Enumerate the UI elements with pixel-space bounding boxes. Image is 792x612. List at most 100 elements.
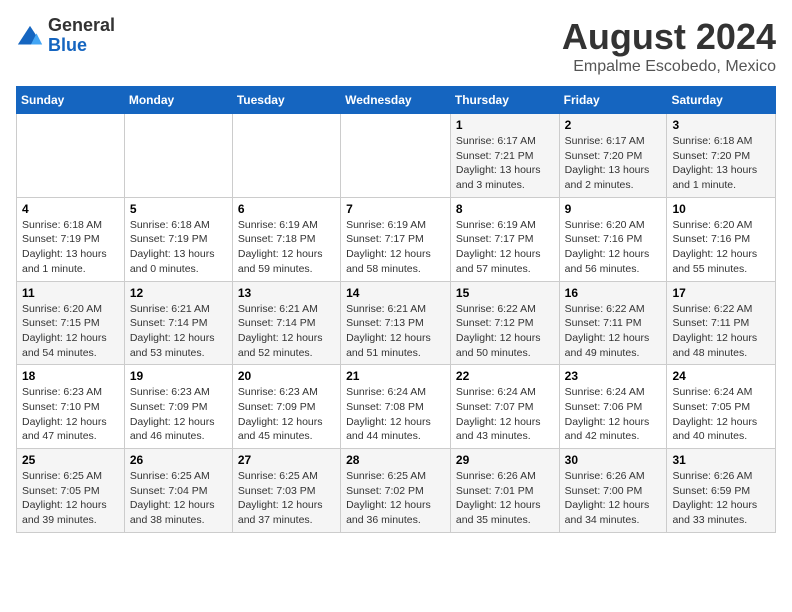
calendar-cell [341,114,451,198]
calendar-cell: 1Sunrise: 6:17 AM Sunset: 7:21 PM Daylig… [450,114,559,198]
day-info: Sunrise: 6:25 AM Sunset: 7:05 PM Dayligh… [22,469,119,528]
calendar-cell: 6Sunrise: 6:19 AM Sunset: 7:18 PM Daylig… [232,197,340,281]
calendar-cell: 20 Sunrise: 6:23 AM Sunset: 7:09 PM Dayli… [232,365,340,449]
page-header: General Blue August 2024 Empalme Escobed… [16,16,776,76]
day-number: 22 [456,369,554,383]
day-number: 16 [565,286,662,300]
header-wednesday: Wednesday [341,87,451,114]
calendar-cell: 4 Sunrise: 6:18 AM Sunset: 7:19 PM Daylig… [17,197,125,281]
day-number: 20 [238,369,335,383]
day-info: Sunrise: 6:24 AM Sunset: 7:05 PM Dayligh… [672,385,770,444]
day-info: Sunrise: 6:21 AM Sunset: 7:14 PM Dayligh… [238,302,335,361]
day-number: 2 [565,118,662,132]
calendar-cell: 24 Sunrise: 6:24 AM Sunset: 7:05 PM Dayli… [667,365,776,449]
day-number: 23 [565,369,662,383]
calendar-cell: 2 Sunrise: 6:17 AM Sunset: 7:20 PM Daylig… [559,114,667,198]
day-info: Sunrise: 6:23 AM Sunset: 7:09 PM Dayligh… [238,385,335,444]
day-info: Sunrise: 6:21 AM Sunset: 7:13 PM Dayligh… [346,302,445,361]
calendar-cell: 8Sunrise: 6:19 AM Sunset: 7:17 PM Daylig… [450,197,559,281]
calendar-cell: 25 Sunrise: 6:25 AM Sunset: 7:05 PM Dayli… [17,449,125,533]
day-info: Sunrise: 6:19 AM Sunset: 7:17 PM Dayligh… [456,218,554,277]
calendar-cell [17,114,125,198]
day-number: 13 [238,286,335,300]
day-info: Sunrise: 6:19 AM Sunset: 7:17 PM Dayligh… [346,218,445,277]
day-number: 4 [22,202,119,216]
month-title: August 2024 [562,16,776,58]
calendar-cell: 9Sunrise: 6:20 AM Sunset: 7:16 PM Daylig… [559,197,667,281]
calendar-cell: 28 Sunrise: 6:25 AM Sunset: 7:02 PM Dayli… [341,449,451,533]
header-saturday: Saturday [667,87,776,114]
day-number: 15 [456,286,554,300]
calendar-cell: 13 Sunrise: 6:21 AM Sunset: 7:14 PM Dayli… [232,281,340,365]
calendar-cell: 17 Sunrise: 6:22 AM Sunset: 7:11 PM Dayli… [667,281,776,365]
day-info: Sunrise: 6:24 AM Sunset: 7:06 PM Dayligh… [565,385,662,444]
title-block: August 2024 Empalme Escobedo, Mexico [562,16,776,76]
day-info: Sunrise: 6:17 AM Sunset: 7:20 PM Dayligh… [565,134,662,193]
day-info: Sunrise: 6:25 AM Sunset: 7:02 PM Dayligh… [346,469,445,528]
day-info: Sunrise: 6:22 AM Sunset: 7:11 PM Dayligh… [565,302,662,361]
day-info: Sunrise: 6:26 AM Sunset: 7:01 PM Dayligh… [456,469,554,528]
day-number: 17 [672,286,770,300]
day-number: 7 [346,202,445,216]
header-friday: Friday [559,87,667,114]
day-info: Sunrise: 6:24 AM Sunset: 7:08 PM Dayligh… [346,385,445,444]
logo-text: General Blue [48,16,115,56]
day-info: Sunrise: 6:18 AM Sunset: 7:19 PM Dayligh… [130,218,227,277]
day-number: 21 [346,369,445,383]
logo: General Blue [16,16,115,56]
location-subtitle: Empalme Escobedo, Mexico [562,58,776,76]
calendar-cell: 3Sunrise: 6:18 AM Sunset: 7:20 PM Daylig… [667,114,776,198]
day-info: Sunrise: 6:19 AM Sunset: 7:18 PM Dayligh… [238,218,335,277]
day-number: 26 [130,453,227,467]
day-info: Sunrise: 6:24 AM Sunset: 7:07 PM Dayligh… [456,385,554,444]
calendar-cell [232,114,340,198]
calendar-cell: 23 Sunrise: 6:24 AM Sunset: 7:06 PM Dayli… [559,365,667,449]
calendar-cell: 11Sunrise: 6:20 AM Sunset: 7:15 PM Dayli… [17,281,125,365]
day-number: 28 [346,453,445,467]
day-number: 24 [672,369,770,383]
day-number: 18 [22,369,119,383]
day-info: Sunrise: 6:18 AM Sunset: 7:19 PM Dayligh… [22,218,119,277]
day-number: 29 [456,453,554,467]
calendar-week-4: 18 Sunrise: 6:23 AM Sunset: 7:10 PM Dayli… [17,365,776,449]
logo-general: General [48,16,115,36]
calendar-header-row: SundayMondayTuesdayWednesdayThursdayFrid… [17,87,776,114]
calendar-cell: 16 Sunrise: 6:22 AM Sunset: 7:11 PM Dayli… [559,281,667,365]
calendar-week-3: 11Sunrise: 6:20 AM Sunset: 7:15 PM Dayli… [17,281,776,365]
calendar-table: SundayMondayTuesdayWednesdayThursdayFrid… [16,86,776,533]
day-info: Sunrise: 6:20 AM Sunset: 7:15 PM Dayligh… [22,302,119,361]
calendar-cell: 5 Sunrise: 6:18 AM Sunset: 7:19 PM Daylig… [124,197,232,281]
calendar-cell: 26 Sunrise: 6:25 AM Sunset: 7:04 PM Dayli… [124,449,232,533]
day-number: 10 [672,202,770,216]
calendar-cell: 12 Sunrise: 6:21 AM Sunset: 7:14 PM Dayli… [124,281,232,365]
calendar-cell: 7 Sunrise: 6:19 AM Sunset: 7:17 PM Daylig… [341,197,451,281]
calendar-cell [124,114,232,198]
calendar-cell: 21 Sunrise: 6:24 AM Sunset: 7:08 PM Dayli… [341,365,451,449]
calendar-cell: 22 Sunrise: 6:24 AM Sunset: 7:07 PM Dayli… [450,365,559,449]
day-number: 27 [238,453,335,467]
day-info: Sunrise: 6:25 AM Sunset: 7:04 PM Dayligh… [130,469,227,528]
calendar-cell: 29 Sunrise: 6:26 AM Sunset: 7:01 PM Dayli… [450,449,559,533]
day-info: Sunrise: 6:25 AM Sunset: 7:03 PM Dayligh… [238,469,335,528]
day-number: 31 [672,453,770,467]
day-info: Sunrise: 6:23 AM Sunset: 7:10 PM Dayligh… [22,385,119,444]
calendar-week-2: 4 Sunrise: 6:18 AM Sunset: 7:19 PM Daylig… [17,197,776,281]
day-number: 9 [565,202,662,216]
day-info: Sunrise: 6:22 AM Sunset: 7:11 PM Dayligh… [672,302,770,361]
calendar-week-5: 25 Sunrise: 6:25 AM Sunset: 7:05 PM Dayli… [17,449,776,533]
calendar-cell: 19Sunrise: 6:23 AM Sunset: 7:09 PM Dayli… [124,365,232,449]
logo-icon [16,24,44,52]
header-thursday: Thursday [450,87,559,114]
day-info: Sunrise: 6:18 AM Sunset: 7:20 PM Dayligh… [672,134,770,193]
header-sunday: Sunday [17,87,125,114]
calendar-cell: 18 Sunrise: 6:23 AM Sunset: 7:10 PM Dayli… [17,365,125,449]
day-number: 5 [130,202,227,216]
calendar-week-1: 1Sunrise: 6:17 AM Sunset: 7:21 PM Daylig… [17,114,776,198]
day-number: 25 [22,453,119,467]
day-number: 19 [130,369,227,383]
calendar-cell: 31Sunrise: 6:26 AM Sunset: 6:59 PM Dayli… [667,449,776,533]
day-info: Sunrise: 6:21 AM Sunset: 7:14 PM Dayligh… [130,302,227,361]
day-number: 14 [346,286,445,300]
day-number: 12 [130,286,227,300]
day-info: Sunrise: 6:26 AM Sunset: 7:00 PM Dayligh… [565,469,662,528]
